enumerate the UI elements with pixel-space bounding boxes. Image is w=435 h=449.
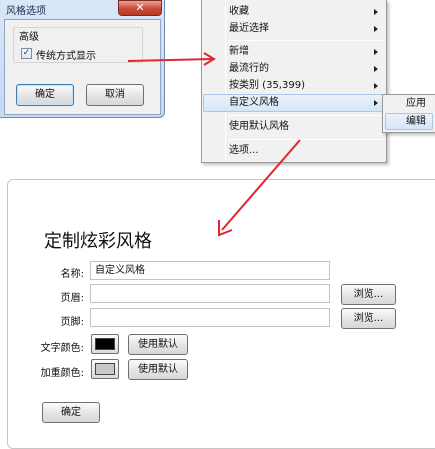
- menu-item-options[interactable]: 选项...: [229, 143, 259, 159]
- advanced-group-label: 高级: [17, 28, 41, 43]
- name-label: 名称:: [60, 269, 84, 280]
- submenu-arrow-icon: [374, 100, 378, 106]
- close-button[interactable]: ✕: [118, 0, 162, 16]
- highlight-color-picker[interactable]: [91, 359, 119, 379]
- submenu-item-apply[interactable]: 应用: [406, 96, 426, 112]
- name-field[interactable]: 自定义风格: [90, 261, 330, 280]
- footer-label: 页脚:: [60, 317, 84, 328]
- menu-item-new[interactable]: 新增: [229, 44, 249, 60]
- dialog-ok-button[interactable]: 确定: [16, 84, 74, 106]
- classic-display-label[interactable]: 传统方式显示: [36, 47, 96, 62]
- footer-browse-button[interactable]: 浏览...: [341, 308, 396, 329]
- menu-item-use-default-style[interactable]: 使用默认风格: [229, 119, 289, 135]
- highlight-color-swatch: [95, 363, 115, 375]
- menu-icon-gutter: [225, 0, 226, 162]
- menu-item-favorites[interactable]: 收藏: [229, 4, 249, 20]
- menu-item-by-category[interactable]: 按类别 (35,399): [229, 78, 305, 94]
- text-color-default-button[interactable]: 使用默认: [128, 334, 188, 355]
- menu-separator: [228, 139, 384, 140]
- dialog-title: 风格选项: [6, 6, 46, 17]
- text-color-swatch: [95, 338, 115, 350]
- submenu-arrow-icon: [374, 83, 378, 89]
- submenu-arrow-icon: [374, 9, 378, 15]
- text-color-picker[interactable]: [91, 334, 119, 354]
- submenu-arrow-icon: [374, 49, 378, 55]
- menu-separator: [228, 40, 384, 41]
- highlight-color-default-button[interactable]: 使用默认: [128, 359, 188, 380]
- submenu-item-edit[interactable]: 编辑: [406, 114, 426, 130]
- text-color-label: 文字颜色:: [40, 343, 84, 354]
- header-browse-button[interactable]: 浏览...: [341, 284, 396, 305]
- submenu-arrow-icon: [374, 26, 378, 32]
- menu-separator: [228, 115, 384, 116]
- highlight-color-label: 加重颜色:: [40, 368, 84, 379]
- header-label: 页眉:: [60, 293, 84, 304]
- header-field[interactable]: [90, 284, 330, 303]
- submenu-arrow-icon: [374, 66, 378, 72]
- menu-item-custom-style[interactable]: 自定义风格: [229, 95, 279, 111]
- classic-display-checkbox[interactable]: ✓: [21, 48, 32, 59]
- menu-item-most-popular[interactable]: 最流行的: [229, 61, 269, 77]
- panel-title: 定制炫彩风格: [44, 231, 152, 252]
- footer-field[interactable]: [90, 308, 330, 327]
- dialog-cancel-button[interactable]: 取消: [86, 84, 144, 106]
- menu-item-recent[interactable]: 最近选择: [229, 21, 269, 37]
- panel-ok-button[interactable]: 确定: [42, 402, 100, 423]
